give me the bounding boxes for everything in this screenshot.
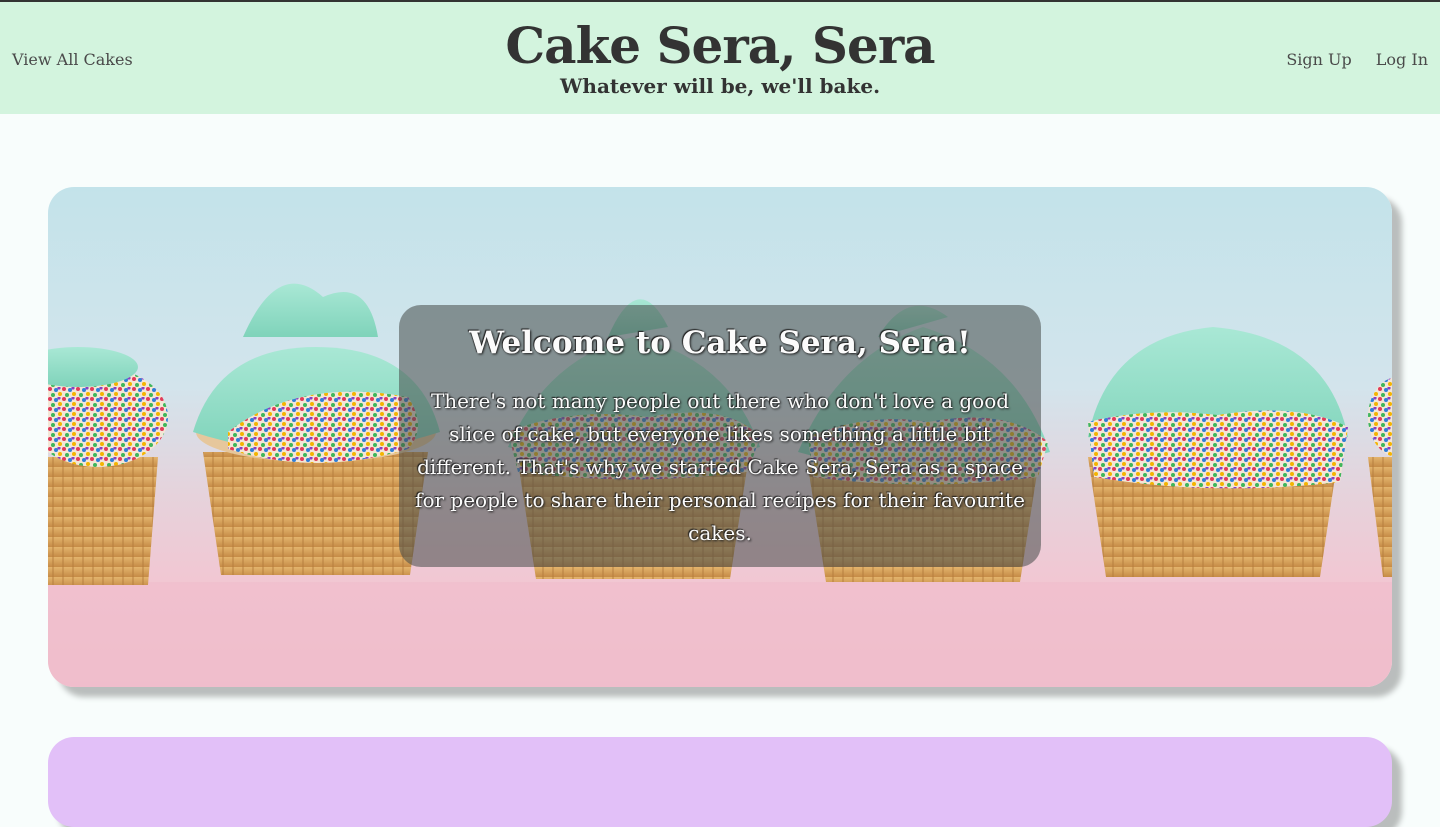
log-in-link[interactable]: Log In [1376, 50, 1428, 69]
site-header: View All Cakes Cake Sera, Sera Whatever … [0, 0, 1440, 114]
site-tagline: Whatever will be, we'll bake. [559, 74, 881, 98]
site-title[interactable]: Cake Sera, Sera [0, 16, 1440, 76]
brand: Cake Sera, Sera Whatever will be, we'll … [0, 16, 1440, 97]
auth-nav: Sign Up Log In [1286, 50, 1428, 69]
secondary-panel [48, 737, 1392, 827]
welcome-heading: Welcome to Cake Sera, Sera! [469, 325, 971, 361]
welcome-card: Welcome to Cake Sera, Sera! There's not … [399, 305, 1041, 567]
sign-up-link[interactable]: Sign Up [1286, 50, 1351, 69]
hero-banner: Welcome to Cake Sera, Sera! There's not … [48, 187, 1392, 687]
welcome-text: There's not many people out there who do… [415, 389, 1025, 545]
